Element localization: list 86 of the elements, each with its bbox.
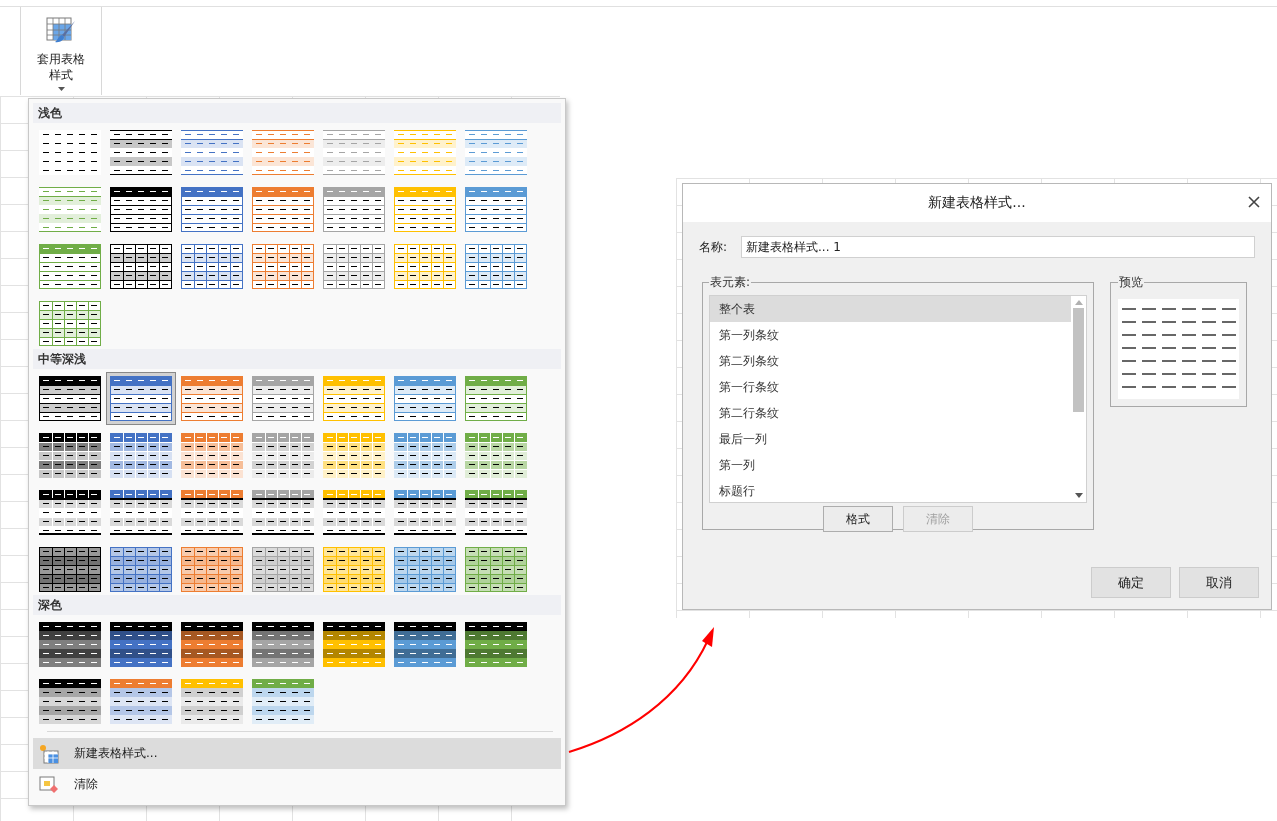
table-style-thumbnail[interactable]	[251, 621, 315, 668]
group-label: 表元素:	[709, 274, 752, 291]
table-style-thumbnail[interactable]	[393, 375, 457, 422]
caret-icon	[57, 87, 65, 91]
list-item[interactable]: 最后一列	[710, 426, 1071, 452]
list-item[interactable]: 第二行条纹	[710, 400, 1071, 426]
list-item[interactable]: 第一列	[710, 452, 1071, 478]
table-style-thumbnail[interactable]	[464, 243, 528, 290]
table-style-thumbnail[interactable]	[38, 489, 102, 536]
table-style-thumbnail[interactable]	[251, 678, 315, 725]
list-item[interactable]: 整个表	[710, 296, 1071, 322]
group-label: 预览	[1118, 274, 1144, 291]
name-input-field[interactable]: 新建表格样式... 1	[741, 236, 1255, 258]
table-style-thumbnail[interactable]	[38, 243, 102, 290]
table-style-thumbnail[interactable]	[251, 129, 315, 176]
table-style-thumbnail[interactable]	[251, 186, 315, 233]
list-item[interactable]: 第一行条纹	[710, 374, 1071, 400]
table-style-thumbnail[interactable]	[464, 489, 528, 536]
table-style-thumbnail[interactable]	[180, 243, 244, 290]
table-style-thumbnail[interactable]	[38, 129, 102, 176]
table-style-thumbnail[interactable]	[393, 129, 457, 176]
table-style-thumbnail[interactable]	[322, 186, 386, 233]
format-button[interactable]: 格式	[823, 506, 893, 532]
table-style-thumbnail[interactable]	[393, 621, 457, 668]
table-style-thumbnail[interactable]	[109, 186, 173, 233]
list-item[interactable]: 第二列条纹	[710, 348, 1071, 374]
table-style-thumbnail[interactable]	[109, 546, 173, 593]
table-style-thumbnail[interactable]	[322, 489, 386, 536]
table-style-thumbnail[interactable]	[109, 432, 173, 479]
table-style-thumbnail[interactable]	[180, 621, 244, 668]
table-style-thumbnail[interactable]	[180, 129, 244, 176]
table-style-thumbnail[interactable]	[180, 678, 244, 725]
menu-item[interactable]: 清除	[33, 769, 561, 800]
table-style-thumbnail[interactable]	[180, 375, 244, 422]
scrollbar-thumb[interactable]	[1073, 308, 1084, 412]
list-item[interactable]: 第一列条纹	[710, 322, 1071, 348]
table-style-thumbnail[interactable]	[251, 243, 315, 290]
table-style-thumbnail[interactable]	[251, 489, 315, 536]
table-style-thumbnail[interactable]	[322, 621, 386, 668]
close-icon[interactable]	[1247, 195, 1261, 209]
table-style-thumbnail[interactable]	[38, 375, 102, 422]
table-style-thumbnail[interactable]	[109, 243, 173, 290]
table-style-thumbnail[interactable]	[393, 546, 457, 593]
table-style-thumbnail[interactable]	[180, 546, 244, 593]
ok-button[interactable]: 确定	[1091, 567, 1171, 598]
table-style-thumbnail[interactable]	[38, 432, 102, 479]
table-style-thumbnail[interactable]	[464, 375, 528, 422]
cancel-button[interactable]: 取消	[1179, 567, 1259, 598]
table-style-thumbnail[interactable]	[38, 186, 102, 233]
table-style-thumbnail[interactable]	[322, 129, 386, 176]
table-style-thumbnail[interactable]	[393, 489, 457, 536]
table-style-thumbnail[interactable]	[251, 432, 315, 479]
table-style-thumbnail[interactable]	[322, 546, 386, 593]
table-style-thumbnail[interactable]	[180, 186, 244, 233]
table-style-thumbnail[interactable]	[109, 621, 173, 668]
table-style-thumbnail[interactable]	[322, 432, 386, 479]
section-header: 浅色	[33, 103, 561, 123]
table-style-thumbnail[interactable]	[464, 621, 528, 668]
scroll-down-icon[interactable]	[1074, 493, 1083, 498]
table-style-button[interactable]: 套用表格样式	[35, 7, 87, 91]
table-style-thumbnail[interactable]	[322, 243, 386, 290]
table-style-thumbnail[interactable]	[109, 489, 173, 536]
dialog-title: 新建表格样式...	[928, 194, 1026, 212]
table-style-thumbnail[interactable]	[109, 678, 173, 725]
new-table-icon	[39, 743, 59, 764]
list-item[interactable]: 标题行	[710, 478, 1071, 502]
table-style-thumbnail[interactable]	[38, 546, 102, 593]
section-header: 中等深浅	[33, 349, 561, 369]
table-style-thumbnail[interactable]	[464, 186, 528, 233]
table-style-thumbnail[interactable]	[464, 432, 528, 479]
table-style-thumbnail[interactable]	[464, 546, 528, 593]
table-style-thumbnail[interactable]	[38, 300, 102, 347]
table-style-thumbnail[interactable]	[109, 129, 173, 176]
table-style-thumbnail[interactable]	[180, 489, 244, 536]
table-style-thumbnail[interactable]	[393, 432, 457, 479]
table-style-thumbnail[interactable]	[251, 546, 315, 593]
eraser-icon	[39, 774, 59, 795]
menu-item[interactable]: 新建表格样式...	[33, 738, 561, 769]
field-label: 名称:	[699, 238, 728, 256]
table-style-thumbnail[interactable]	[251, 375, 315, 422]
table-style-thumbnail[interactable]	[38, 621, 102, 668]
table-style-thumbnail[interactable]	[106, 372, 176, 425]
table-style-thumbnail[interactable]	[180, 432, 244, 479]
table-style-thumbnail[interactable]	[464, 129, 528, 176]
section-header: 深色	[33, 595, 561, 615]
table-style-thumbnail[interactable]	[38, 678, 102, 725]
